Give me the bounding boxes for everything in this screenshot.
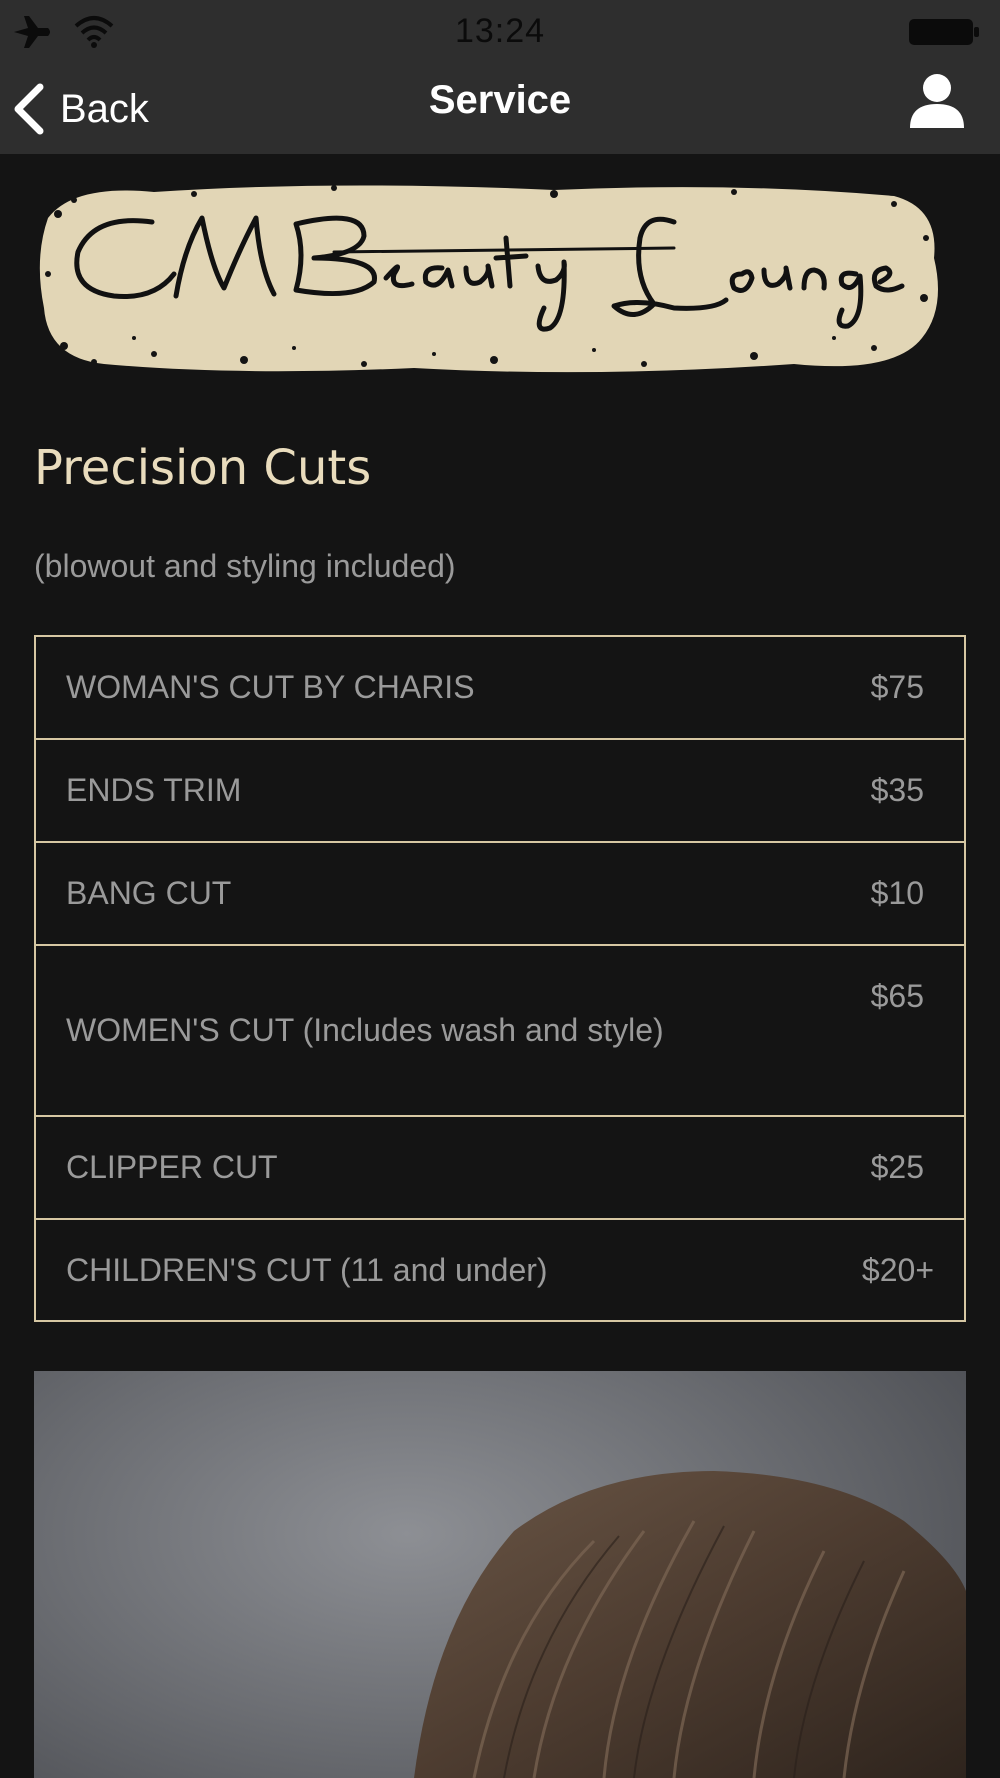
table-row: WOMAN'S CUT BY CHARIS $75: [36, 637, 964, 740]
table-row: ENDS TRIM $35: [36, 740, 964, 843]
nav-bar: Back Service: [0, 64, 1000, 154]
service-price: $75: [870, 669, 924, 705]
user-icon[interactable]: [908, 72, 966, 130]
section-subtitle: (blowout and styling included): [34, 548, 456, 584]
section-title: Precision Cuts: [34, 440, 372, 496]
back-label: Back: [60, 86, 149, 131]
service-name: BANG CUT: [66, 875, 232, 911]
service-price: $35: [870, 772, 924, 808]
table-row: CHILDREN'S CUT (11 and under) $20+: [36, 1220, 964, 1320]
price-table: WOMAN'S CUT BY CHARIS $75 ENDS TRIM $35 …: [34, 635, 966, 1322]
service-name: CHILDREN'S CUT (11 and under): [66, 1251, 548, 1288]
back-button[interactable]: Back: [12, 74, 149, 144]
service-name: CLIPPER CUT: [66, 1149, 278, 1185]
table-row: WOMEN'S CUT (Includes wash and style) $6…: [36, 946, 964, 1117]
service-name: ENDS TRIM: [66, 772, 242, 808]
service-name: WOMEN'S CUT (Includes wash and style): [66, 1012, 664, 1048]
chevron-left-icon: [14, 83, 44, 135]
service-price: $20+: [861, 1251, 934, 1288]
service-name: WOMAN'S CUT BY CHARIS: [66, 669, 475, 705]
hair-photo: [34, 1371, 966, 1778]
brand-logo: [34, 178, 948, 380]
battery-icon: [909, 19, 979, 45]
table-row: BANG CUT $10: [36, 843, 964, 946]
service-price: $25: [870, 1149, 924, 1185]
page-title: Service: [428, 78, 572, 122]
status-bar: 13:24: [0, 0, 1000, 64]
status-time: 13:24: [454, 12, 546, 50]
service-price: $65: [870, 978, 924, 1014]
service-price: $10: [870, 875, 924, 911]
table-row: CLIPPER CUT $25: [36, 1117, 964, 1220]
